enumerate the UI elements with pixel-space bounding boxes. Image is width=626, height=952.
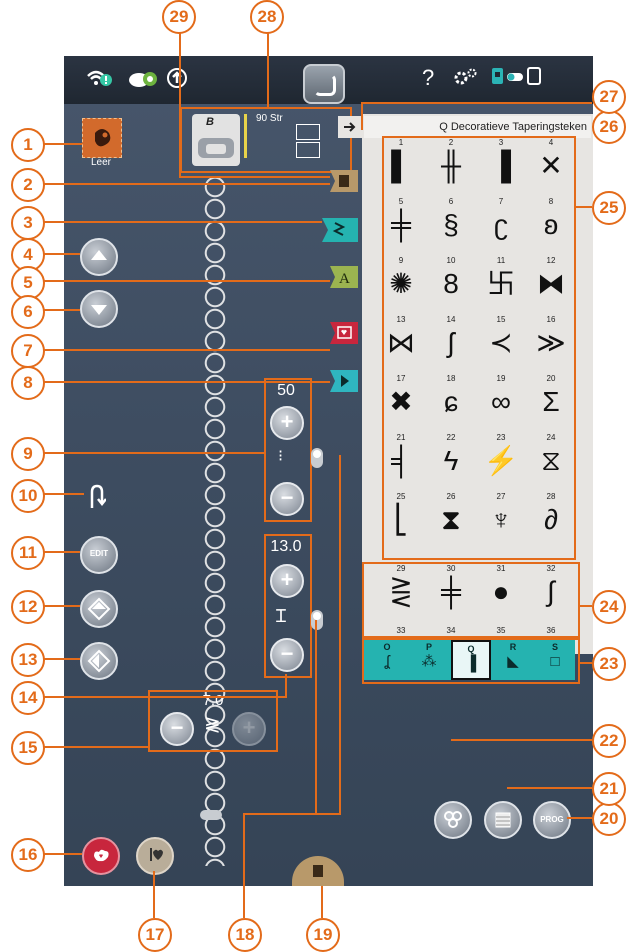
callout-marker: 23 [592,647,626,681]
callout-number: 7 [23,341,33,360]
callout-number: 13 [18,650,38,669]
callout-marker: 9 [11,437,45,471]
callout-marker: 13 [11,643,45,677]
callout-number: 29 [169,7,189,26]
callout-marker: 12 [11,590,45,624]
callout-number: 15 [18,738,38,757]
callout-marker: 1 [11,128,45,162]
callout-marker: 7 [11,334,45,368]
callout-marker: 14 [11,681,45,715]
callout-number: 23 [599,654,619,673]
callout-marker: 11 [11,536,45,570]
callout-number: 22 [599,731,619,750]
callout-number: 6 [23,302,33,321]
callout-marker: 3 [11,206,45,240]
callout-number: 8 [23,373,33,392]
callout-marker: 20 [592,802,626,836]
callout-number: 12 [18,597,38,616]
callout-number: 17 [145,925,165,944]
callout-number: 20 [599,809,619,828]
callout-marker: 29 [162,0,196,34]
callout-marker: 2 [11,168,45,202]
callout-number: 3 [23,213,33,232]
callout-number: 25 [599,198,619,217]
callout-number: 18 [235,925,255,944]
callout-number: 10 [18,486,38,505]
callout-marker: 17 [138,918,172,952]
callout-marker: 24 [592,590,626,624]
callout-number: 24 [599,597,619,616]
callout-marker: 18 [228,918,262,952]
callout-number: 21 [599,779,619,798]
callout-number: 9 [23,444,33,463]
callout-number: 28 [257,7,277,26]
callout-marker: 10 [11,479,45,513]
callout-number: 16 [18,845,38,864]
callout-marker: 15 [11,731,45,765]
callout-number: 14 [18,688,38,707]
callout-number: 1 [23,135,33,154]
callout-marker: 21 [592,772,626,806]
callout-marker: 28 [250,0,284,34]
callout-number: 26 [599,117,619,136]
callout-marker: 16 [11,838,45,872]
callout-number: 27 [599,87,619,106]
callout-number: 11 [19,543,37,562]
callout-number: 19 [313,925,333,944]
callout-lines [44,30,592,918]
callout-marker: 22 [592,724,626,758]
callout-marker: 27 [592,80,626,114]
callout-marker: 19 [306,918,340,952]
callout-marker: 6 [11,295,45,329]
callout-marker: 25 [592,191,626,225]
callout-number: 5 [23,273,33,292]
callout-marker: 8 [11,366,45,400]
callout-number: 2 [23,175,33,194]
callout-marker: 26 [592,110,626,144]
